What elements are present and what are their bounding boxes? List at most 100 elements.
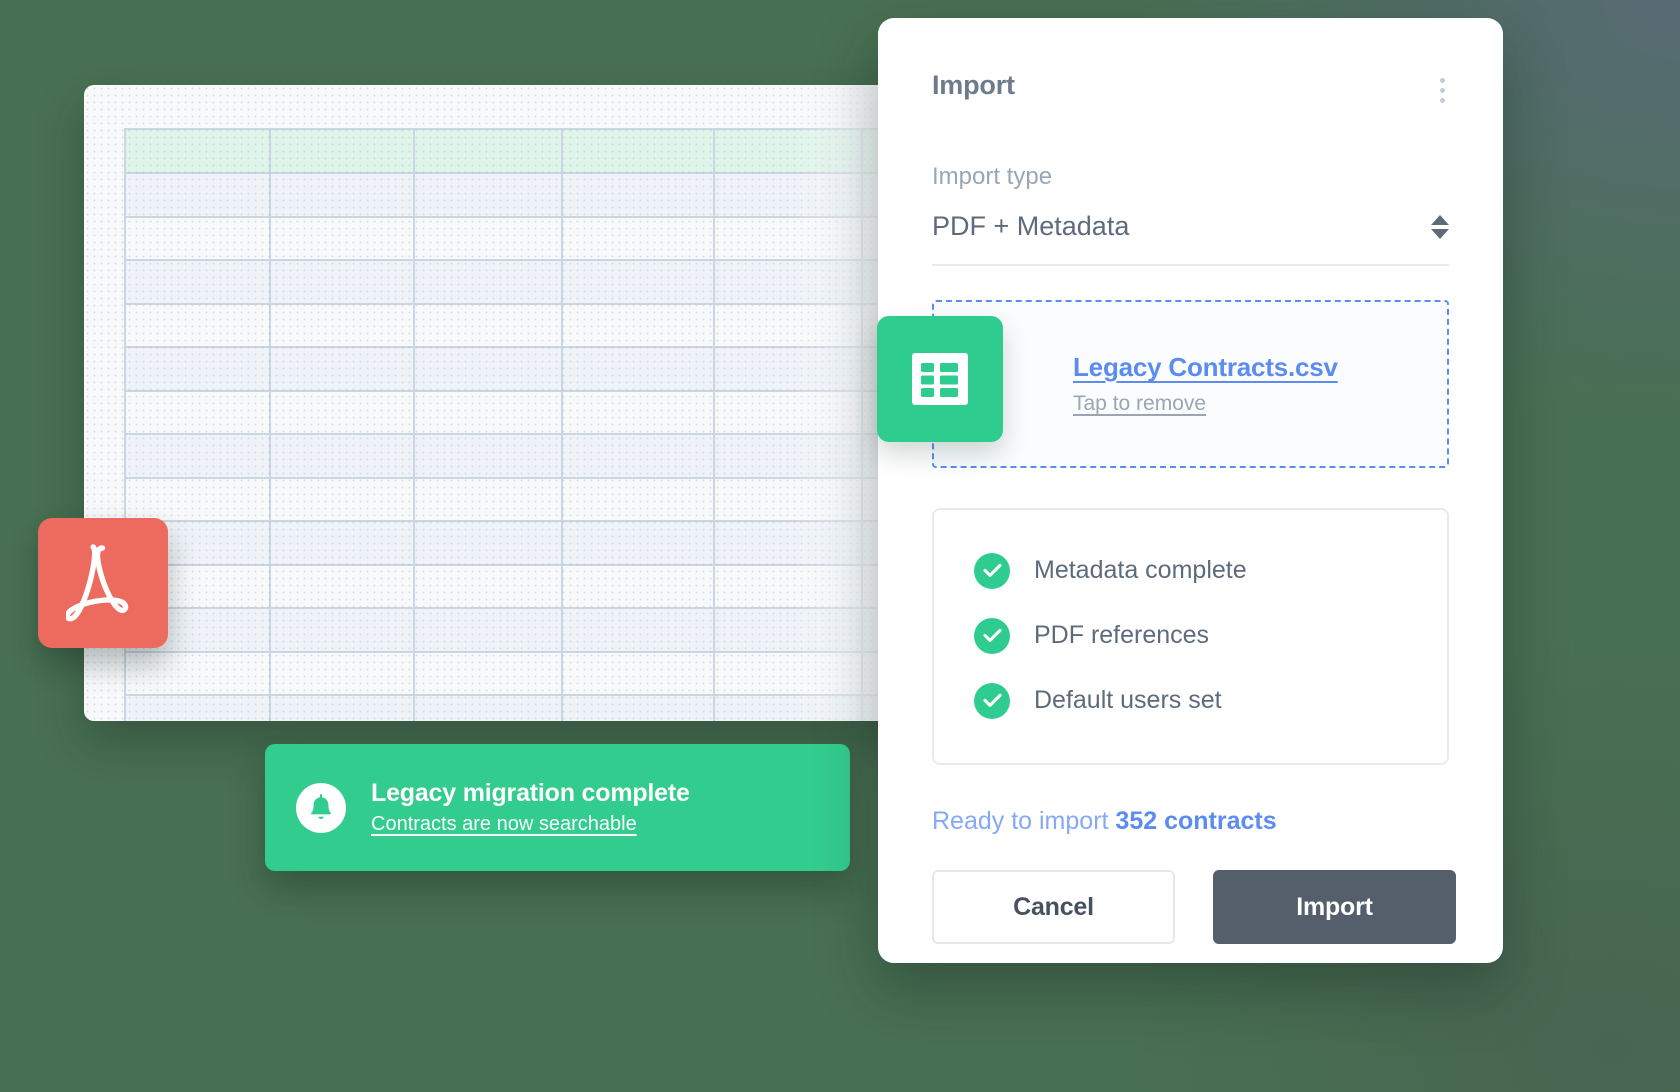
spreadsheet-row <box>126 522 974 566</box>
spreadsheet-header-cell <box>126 130 271 174</box>
spreadsheet-cell <box>126 261 271 305</box>
pdf-file-badge[interactable] <box>38 518 168 648</box>
ready-status: Ready to import 352 contracts <box>932 807 1449 836</box>
spreadsheet-row <box>126 565 974 609</box>
spreadsheet-cell <box>126 435 271 479</box>
spreadsheet-cell <box>270 565 416 609</box>
spreadsheet-cell <box>714 652 863 696</box>
toast-notification[interactable]: Legacy migration complete Contracts are … <box>265 744 850 871</box>
spreadsheet-sheet <box>84 85 974 721</box>
spreadsheet-cell <box>563 435 715 479</box>
spreadsheet-cell <box>415 435 564 479</box>
spreadsheet-cell <box>563 348 715 392</box>
spreadsheet-cell <box>126 391 271 435</box>
spreadsheet-cell <box>270 609 416 653</box>
spreadsheet-cell <box>563 391 715 435</box>
spreadsheet-cell <box>270 348 416 392</box>
panel-header: Import <box>932 18 1449 111</box>
spreadsheet-row <box>126 304 974 348</box>
triangle-down-icon[interactable] <box>1431 228 1449 239</box>
triangle-up-icon[interactable] <box>1431 214 1449 225</box>
spreadsheet-header-cell <box>415 130 564 174</box>
spreadsheet-row <box>126 217 974 261</box>
panel-actions: Cancel Import <box>932 870 1456 944</box>
spreadsheet-cell <box>714 478 863 522</box>
spreadsheet-cell <box>415 174 564 218</box>
spreadsheet-cell <box>126 174 271 218</box>
spreadsheet-header-cell <box>563 130 715 174</box>
spreadsheet-cell <box>714 609 863 653</box>
spreadsheet-cell <box>563 652 715 696</box>
uploaded-file-name[interactable]: Legacy Contracts.csv <box>1073 352 1338 383</box>
spreadsheet-row <box>126 478 974 522</box>
spreadsheet-row <box>126 174 974 218</box>
page-title: Import <box>932 70 1015 100</box>
import-checklist: Metadata complete PDF references Default u… <box>932 508 1449 765</box>
spreadsheet-cell <box>714 348 863 392</box>
spreadsheet-cell <box>270 174 416 218</box>
pdf-icon <box>64 540 140 627</box>
spreadsheet-cell <box>714 565 863 609</box>
spreadsheet-cell <box>270 696 416 721</box>
checklist-item: Metadata complete <box>934 538 1447 603</box>
file-dropzone[interactable]: Legacy Contracts.csv Tap to remove <box>877 300 1449 468</box>
spreadsheet-cell <box>415 522 564 566</box>
spreadsheet-cell <box>714 391 863 435</box>
spreadsheet-cell <box>126 478 271 522</box>
kebab-menu-icon[interactable] <box>1436 70 1449 111</box>
spreadsheet-cell <box>126 217 271 261</box>
spreadsheet-cell <box>126 696 271 721</box>
spreadsheet-row <box>126 609 974 653</box>
spreadsheet-cell <box>563 174 715 218</box>
spreadsheet-row <box>126 261 974 305</box>
spreadsheet-grid <box>124 128 974 721</box>
spreadsheet-cell <box>714 174 863 218</box>
spreadsheet-header-cell <box>714 130 863 174</box>
import-type-label: Import type <box>932 163 1053 190</box>
spreadsheet-cell <box>415 565 564 609</box>
spreadsheet-cell <box>714 304 863 348</box>
spreadsheet-cell <box>270 261 416 305</box>
import-button[interactable]: Import <box>1213 870 1456 944</box>
spreadsheet-cell <box>563 261 715 305</box>
spreadsheet-cell <box>415 304 564 348</box>
spreadsheet-cell <box>415 261 564 305</box>
spreadsheet-row <box>126 435 974 479</box>
spreadsheet-cell <box>270 435 416 479</box>
spreadsheet-cell <box>270 217 416 261</box>
cancel-button[interactable]: Cancel <box>932 870 1175 944</box>
spreadsheet-cell <box>563 304 715 348</box>
toast-title: Legacy migration complete <box>371 778 690 807</box>
spreadsheet-cell <box>270 391 416 435</box>
check-circle-icon <box>974 682 1010 719</box>
spreadsheet-cell <box>270 652 416 696</box>
bell-icon <box>296 782 346 833</box>
import-type-select[interactable]: PDF + Metadata <box>932 211 1449 266</box>
spreadsheet-cell <box>415 478 564 522</box>
remove-file-action[interactable]: Tap to remove <box>1073 392 1338 416</box>
toast-subtitle[interactable]: Contracts are now searchable <box>371 813 690 836</box>
checklist-item-label: Metadata complete <box>1034 556 1247 584</box>
spreadsheet-cell <box>714 522 863 566</box>
ready-count: 352 contracts <box>1115 807 1277 835</box>
csv-spreadsheet-icon <box>877 316 1003 442</box>
spreadsheet-cell <box>563 609 715 653</box>
spreadsheet-cell <box>270 304 416 348</box>
spreadsheet-cell <box>415 696 564 721</box>
spreadsheet-cell <box>126 652 271 696</box>
checklist-item-label: Default users set <box>1034 686 1222 714</box>
import-type-value: PDF + Metadata <box>932 211 1130 241</box>
spreadsheet-row <box>126 348 974 392</box>
spreadsheet-cell <box>563 522 715 566</box>
spreadsheet-cell <box>415 391 564 435</box>
spreadsheet-row <box>126 391 974 435</box>
spreadsheet-row <box>126 696 974 721</box>
spreadsheet-cell <box>126 348 271 392</box>
spreadsheet-cell <box>714 261 863 305</box>
spreadsheet-cell <box>415 348 564 392</box>
spreadsheet-header-row <box>126 130 974 174</box>
import-type-stepper[interactable] <box>1431 214 1449 239</box>
spreadsheet-header-cell <box>270 130 416 174</box>
spreadsheet-cell <box>714 435 863 479</box>
spreadsheet-cell <box>415 217 564 261</box>
